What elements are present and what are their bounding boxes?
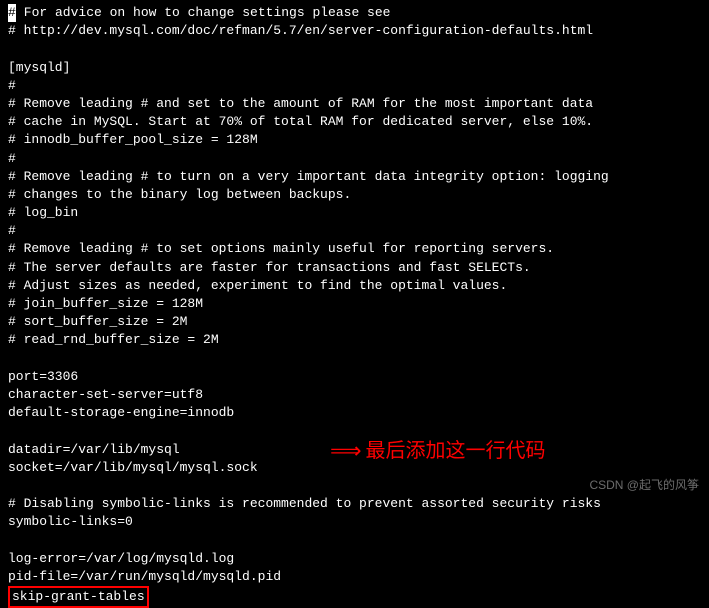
config-line: [mysqld] [8,59,701,77]
watermark-text: CSDN @起飞的风筝 [589,477,699,494]
config-line: pid-file=/var/run/mysqld/mysqld.pid [8,568,701,586]
highlighted-config-line: skip-grant-tables [8,586,701,608]
config-line: # log_bin [8,204,701,222]
config-line: # http://dev.mysql.com/doc/refman/5.7/en… [8,22,701,40]
annotation-callout: ⟹ 最后添加这一行代码 [330,436,546,467]
config-line: # sort_buffer_size = 2M [8,313,701,331]
config-line: port=3306 [8,368,701,386]
config-line: # The server defaults are faster for tra… [8,259,701,277]
config-line: # [8,150,701,168]
terminal-content[interactable]: # For advice on how to change settings p… [8,4,701,608]
config-line: # innodb_buffer_pool_size = 128M [8,131,701,149]
config-line: # Remove leading # to turn on a very imp… [8,168,701,186]
config-line: # Remove leading # and set to the amount… [8,95,701,113]
config-line: # join_buffer_size = 128M [8,295,701,313]
config-line: # [8,77,701,95]
config-line [8,531,701,549]
config-line: # cache in MySQL. Start at 70% of total … [8,113,701,131]
cursor-block: # [8,4,16,22]
config-line: # Disabling symbolic-links is recommende… [8,495,701,513]
config-line: # [8,222,701,240]
config-line: log-error=/var/log/mysqld.log [8,550,701,568]
config-line: # read_rnd_buffer_size = 2M [8,331,701,349]
config-line [8,40,701,58]
annotation-text: 最后添加这一行代码 [366,437,546,465]
config-line: # Adjust sizes as needed, experiment to … [8,277,701,295]
config-line: # For advice on how to change settings p… [8,4,701,22]
line-text: For advice on how to change settings ple… [16,5,390,20]
config-line: # changes to the binary log between back… [8,186,701,204]
config-line [8,350,701,368]
skip-grant-tables-box: skip-grant-tables [8,586,149,608]
config-line: default-storage-engine=innodb [8,404,701,422]
config-line: # Remove leading # to set options mainly… [8,240,701,258]
config-line: symbolic-links=0 [8,513,701,531]
arrow-icon: ⟹ [330,436,362,467]
config-line: character-set-server=utf8 [8,386,701,404]
